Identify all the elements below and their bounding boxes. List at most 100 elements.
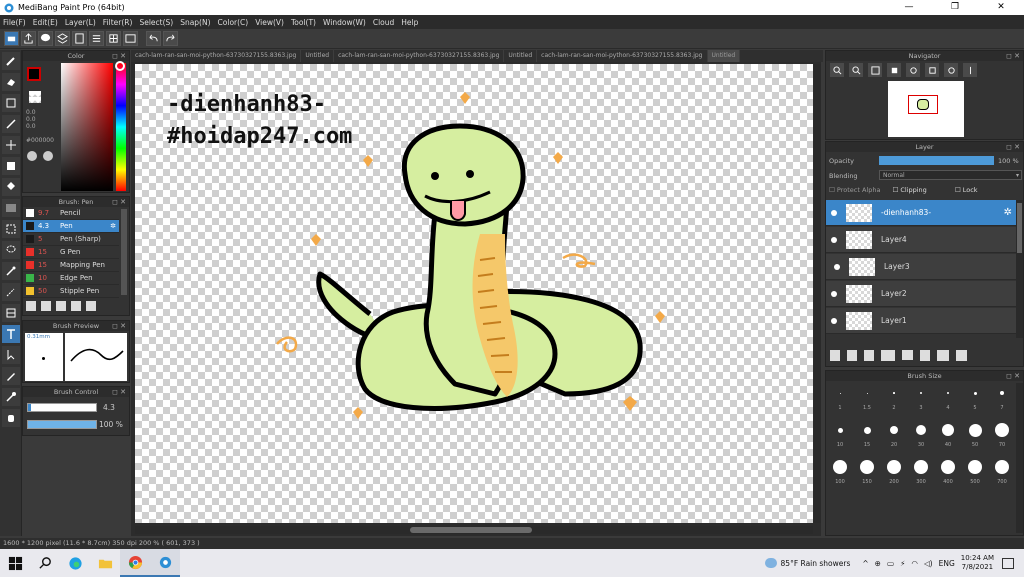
- canvas-horizontal-scrollbar[interactable]: [135, 526, 813, 534]
- menu-layer[interactable]: Layer(L): [65, 18, 96, 27]
- blending-select[interactable]: Normal ▾: [879, 170, 1022, 180]
- rotate-left-button[interactable]: [906, 63, 920, 77]
- tool-text[interactable]: [2, 325, 20, 343]
- start-button[interactable]: [0, 549, 30, 577]
- search-button[interactable]: [30, 549, 60, 577]
- layer-scroll-thumb[interactable]: [1017, 203, 1022, 253]
- wifi-icon[interactable]: ◠: [911, 559, 918, 568]
- share-button[interactable]: [21, 31, 36, 46]
- panel-controls-icon[interactable]: ◻ ✕: [112, 321, 126, 331]
- brush-size-scrollbar[interactable]: [1016, 383, 1023, 533]
- doc-tab-2[interactable]: Untitled: [301, 50, 335, 62]
- layer-list-scrollbar[interactable]: [1016, 200, 1023, 338]
- navigator-thumbnail[interactable]: [888, 81, 964, 137]
- cloud-brush-icon[interactable]: [56, 301, 66, 311]
- brush-size-option[interactable]: 2: [882, 383, 906, 411]
- layer-visibility-eye-icon[interactable]: [831, 290, 837, 297]
- zoom-in-button[interactable]: [830, 63, 844, 77]
- layer-opacity-slider[interactable]: [879, 156, 994, 165]
- menu-select[interactable]: Select(S): [139, 18, 173, 27]
- brush-size-option[interactable]: 150: [855, 457, 879, 485]
- hue-slider[interactable]: [116, 63, 126, 191]
- brush-size-option[interactable]: 200: [882, 457, 906, 485]
- layer-row[interactable]: Layer3: [826, 254, 1016, 280]
- weather-icon[interactable]: [764, 558, 777, 568]
- hue-slider-handle[interactable]: [115, 61, 125, 71]
- tool-lasso[interactable]: [2, 241, 20, 259]
- brush-folder-icon[interactable]: [86, 301, 96, 311]
- brush-size-option[interactable]: 1.5: [855, 383, 879, 411]
- horizontal-scroll-thumb[interactable]: [410, 527, 532, 533]
- minimize-button[interactable]: —: [886, 0, 932, 15]
- tray-app-icon-1[interactable]: ⊕: [875, 559, 881, 568]
- brush-item[interactable]: 9.7 Pencil: [23, 207, 119, 220]
- layer-row[interactable]: Layer4: [826, 227, 1016, 253]
- battery-icon[interactable]: ▭: [887, 559, 894, 568]
- brush-item[interactable]: 10 Edge Pen: [23, 272, 119, 285]
- panel-controls-icon[interactable]: ◻ ✕: [112, 197, 126, 207]
- brush-size-option[interactable]: 40: [936, 420, 960, 448]
- color-mode-button[interactable]: [27, 151, 37, 161]
- menu-window[interactable]: Window(W): [323, 18, 366, 27]
- layer-add-menu-icon[interactable]: [881, 349, 895, 361]
- doc-tab-3[interactable]: cach-lam-ran-san-moi-python-63730327155.…: [334, 50, 505, 62]
- tool-operation[interactable]: [2, 346, 20, 364]
- drawing-canvas[interactable]: -dienhanh83- #hoidap247.com: [135, 64, 813, 523]
- menu-edit[interactable]: Edit(E): [33, 18, 58, 27]
- medibang-taskbar-button[interactable]: [150, 549, 180, 577]
- flip-button[interactable]: [963, 63, 977, 77]
- layer-row[interactable]: Layer2: [826, 281, 1016, 307]
- settings-list-button[interactable]: [106, 31, 121, 46]
- panel-controls-icon[interactable]: ◻ ✕: [1006, 51, 1020, 61]
- brush-size-option[interactable]: 3: [909, 383, 933, 411]
- canvas-vertical-scrollbar[interactable]: [814, 64, 821, 523]
- tool-fill[interactable]: [2, 178, 20, 196]
- brush-size-option[interactable]: 5: [963, 383, 987, 411]
- brush-size-option[interactable]: 10: [828, 420, 852, 448]
- zoom-out-button[interactable]: [849, 63, 863, 77]
- layer-visibility-eye-icon[interactable]: [831, 209, 837, 216]
- panel-controls-icon[interactable]: ◻ ✕: [1006, 142, 1020, 152]
- delete-layer-icon[interactable]: [956, 349, 967, 361]
- show-hidden-icons-chevron-icon[interactable]: ^: [862, 559, 868, 568]
- clipping-checkbox[interactable]: ☐ Clipping: [892, 186, 926, 196]
- rotate-right-button[interactable]: [944, 63, 958, 77]
- new-halftone-layer-icon[interactable]: [864, 349, 874, 361]
- protect-alpha-checkbox[interactable]: ☐ Protect Alpha: [829, 186, 880, 196]
- brush-size-option[interactable]: 1: [828, 383, 852, 411]
- brush-size-option[interactable]: 7: [990, 383, 1014, 411]
- menu-view[interactable]: View(V): [255, 18, 284, 27]
- tool-brush[interactable]: [2, 52, 20, 70]
- tool-select[interactable]: [2, 220, 20, 238]
- brush-size-option[interactable]: 15: [855, 420, 879, 448]
- rotate-reset-button[interactable]: [925, 63, 939, 77]
- tool-divide[interactable]: [2, 304, 20, 322]
- tool-move[interactable]: [2, 136, 20, 154]
- tool-eraser[interactable]: [2, 73, 20, 91]
- layer-visibility-eye-icon[interactable]: [834, 263, 840, 270]
- primary-color-swatch[interactable]: [27, 67, 41, 81]
- brush-size-option[interactable]: 70: [990, 420, 1014, 448]
- lock-checkbox[interactable]: ☐ Lock: [955, 186, 978, 196]
- new-layer-icon[interactable]: [830, 349, 840, 361]
- layer-row[interactable]: Layer1: [826, 308, 1016, 334]
- brush-settings-gear-icon[interactable]: ✲: [110, 222, 116, 230]
- layer-row[interactable]: -dienhanh83- ✲: [826, 200, 1016, 226]
- comment-button[interactable]: [38, 31, 53, 46]
- layer-visibility-eye-icon[interactable]: [831, 317, 837, 324]
- panel-controls-icon[interactable]: ◻ ✕: [112, 51, 126, 61]
- layer-visibility-eye-icon[interactable]: [831, 236, 837, 243]
- add-brush-icon[interactable]: [26, 301, 36, 311]
- new-color-layer-icon[interactable]: [847, 349, 857, 361]
- brush-size-option[interactable]: 50: [963, 420, 987, 448]
- edge-browser-button[interactable]: [60, 549, 90, 577]
- import-brush-icon[interactable]: [41, 301, 51, 311]
- page-button[interactable]: [72, 31, 87, 46]
- brush-size-option[interactable]: 20: [882, 420, 906, 448]
- brush-size-option[interactable]: 400: [936, 457, 960, 485]
- menu-tool[interactable]: Tool(T): [291, 18, 316, 27]
- weather-text[interactable]: 85°F Rain showers: [781, 559, 851, 568]
- tool-shape[interactable]: [2, 157, 20, 175]
- brush-size-option[interactable]: 30: [909, 420, 933, 448]
- brush-opacity-slider[interactable]: [27, 420, 97, 429]
